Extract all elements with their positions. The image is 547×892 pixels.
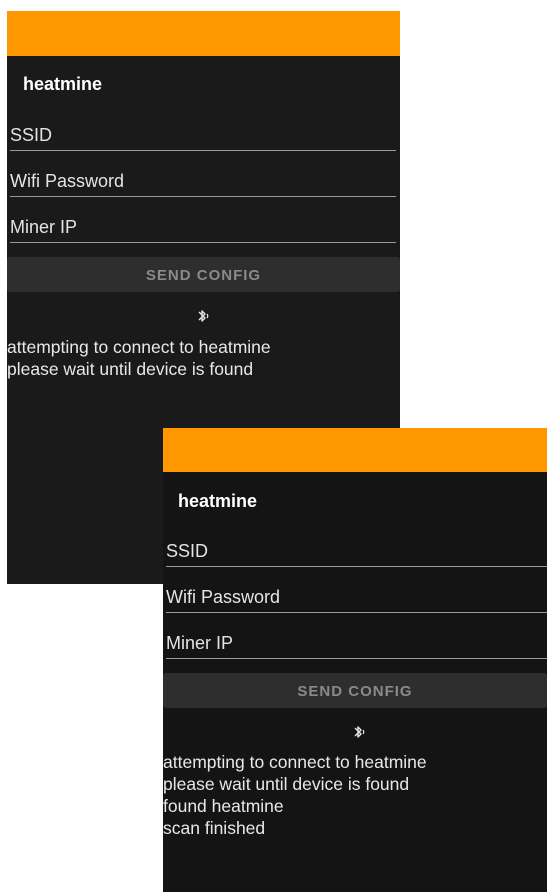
ssid-input[interactable] (166, 537, 547, 565)
log-line: attempting to connect to heatmine (7, 337, 271, 357)
wifi-password-field[interactable] (166, 583, 547, 613)
app-title: heatmine (23, 74, 103, 94)
bluetooth-searching-icon (198, 310, 209, 322)
ssid-field[interactable] (166, 537, 547, 567)
app-title: heatmine (178, 491, 258, 511)
bluetooth-searching-icon (354, 726, 365, 738)
wifi-password-input[interactable] (10, 167, 396, 195)
app-screen-after: heatmine SEND CONFIG attempting to conne… (163, 428, 547, 892)
status-bar (163, 428, 547, 472)
miner-ip-input[interactable] (10, 213, 396, 241)
send-config-button[interactable]: SEND CONFIG (163, 673, 547, 708)
ssid-field[interactable] (10, 121, 396, 151)
ssid-input[interactable] (10, 121, 396, 149)
miner-ip-field[interactable] (10, 213, 396, 243)
status-bar (7, 11, 400, 56)
miner-ip-input[interactable] (166, 629, 547, 657)
send-config-button[interactable]: SEND CONFIG (7, 257, 400, 292)
log-line: found heatmine (163, 796, 284, 816)
status-log: attempting to connect to heatmine please… (163, 751, 547, 839)
wifi-password-field[interactable] (10, 167, 396, 197)
wifi-password-input[interactable] (166, 583, 547, 611)
log-line: please wait until device is found (163, 774, 410, 794)
status-log: attempting to connect to heatmine please… (7, 336, 400, 380)
log-line: please wait until device is found (7, 359, 254, 379)
log-line: attempting to connect to heatmine (163, 752, 427, 772)
miner-ip-field[interactable] (166, 629, 547, 659)
log-line: scan finished (163, 818, 266, 838)
